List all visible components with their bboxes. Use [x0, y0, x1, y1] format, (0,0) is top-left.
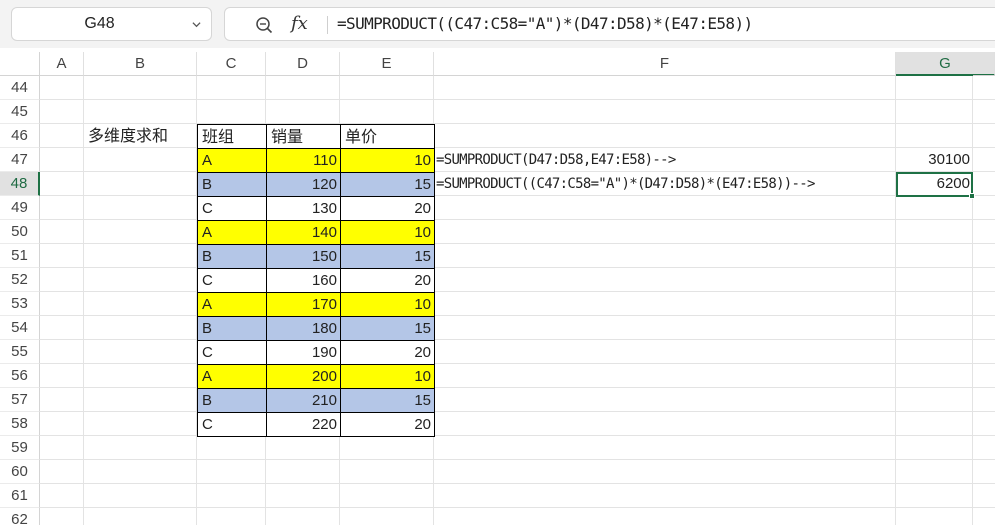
column-header-b[interactable]: B: [84, 52, 197, 76]
row-header-53[interactable]: 53: [0, 292, 40, 316]
column-header-a[interactable]: A: [40, 52, 84, 76]
table-cell-sales[interactable]: 160: [266, 268, 341, 293]
gridline-row: [40, 507, 995, 508]
table-cell-group[interactable]: A: [197, 220, 267, 245]
row-header-55[interactable]: 55: [0, 340, 40, 364]
formula-toolbar: G48 fx =SUMPRODUCT((C47:C58="A")*(D47:D5…: [0, 0, 995, 48]
table-cell-price[interactable]: 15: [340, 388, 435, 413]
column-header-c[interactable]: C: [197, 52, 266, 76]
table-cell-sales[interactable]: 220: [266, 412, 341, 437]
fill-handle[interactable]: [969, 193, 975, 199]
table-cell-sales[interactable]: 180: [266, 316, 341, 341]
formula-note-2[interactable]: =SUMPRODUCT((C47:C58="A")*(D47:D58)*(E47…: [434, 172, 815, 196]
gridline-row: [40, 315, 995, 316]
formula-input[interactable]: =SUMPRODUCT((C47:C58="A")*(D47:D58)*(E47…: [337, 8, 753, 40]
gridline-row: [40, 387, 995, 388]
table-cell-price[interactable]: 15: [340, 172, 435, 197]
gridline-row: [40, 99, 995, 100]
table-cell-sales[interactable]: 120: [266, 172, 341, 197]
row-header-62[interactable]: 62: [0, 508, 40, 525]
row-header-47[interactable]: 47: [0, 148, 40, 172]
table-cell-group[interactable]: B: [197, 388, 267, 413]
formula-bar[interactable]: fx =SUMPRODUCT((C47:C58="A")*(D47:D58)*(…: [224, 7, 995, 41]
table-cell-price[interactable]: 10: [340, 220, 435, 245]
table-cell-group[interactable]: B: [197, 244, 267, 269]
row-header-52[interactable]: 52: [0, 268, 40, 292]
table-cell-group[interactable]: C: [197, 196, 267, 221]
row-header-44[interactable]: 44: [0, 76, 40, 100]
table-cell-price[interactable]: 20: [340, 340, 435, 365]
row-header-46[interactable]: 46: [0, 124, 40, 148]
table-cell-price[interactable]: 20: [340, 196, 435, 221]
table-cell-price[interactable]: 20: [340, 412, 435, 437]
insert-function-icon[interactable]: fx: [291, 13, 308, 34]
table-cell-sales[interactable]: 210: [266, 388, 341, 413]
table-header-cell[interactable]: 单价: [340, 124, 435, 149]
gridline-row: [40, 339, 995, 340]
table-cell-price[interactable]: 20: [340, 268, 435, 293]
row-header-56[interactable]: 56: [0, 364, 40, 388]
table-header-cell[interactable]: 销量: [266, 124, 341, 149]
column-header-e[interactable]: E: [340, 52, 434, 76]
row-header-59[interactable]: 59: [0, 436, 40, 460]
gridline-row: [40, 459, 995, 460]
table-cell-group[interactable]: A: [197, 292, 267, 317]
table-cell-sales[interactable]: 150: [266, 244, 341, 269]
table-cell-group[interactable]: C: [197, 412, 267, 437]
table-cell-sales[interactable]: 200: [266, 364, 341, 389]
table-cell-price[interactable]: 10: [340, 292, 435, 317]
row-header-60[interactable]: 60: [0, 460, 40, 484]
zoom-search-icon[interactable]: [255, 16, 273, 34]
gridline-row: [40, 363, 995, 364]
row-header-48[interactable]: 48: [0, 172, 40, 196]
gridline-row: [40, 435, 995, 436]
table-cell-sales[interactable]: 110: [266, 148, 341, 173]
row-header-58[interactable]: 58: [0, 412, 40, 436]
formula-note-1[interactable]: =SUMPRODUCT(D47:D58,E47:E58)-->: [434, 148, 676, 172]
table-cell-group[interactable]: A: [197, 148, 267, 173]
gridline-row: [40, 267, 995, 268]
column-header-d[interactable]: D: [266, 52, 340, 76]
table-cell-group[interactable]: B: [197, 316, 267, 341]
table-cell-group[interactable]: A: [197, 364, 267, 389]
gridline-col: [895, 76, 896, 525]
table-cell-sales[interactable]: 140: [266, 220, 341, 245]
name-box-value: G48: [84, 15, 115, 32]
gridline-row: [40, 219, 995, 220]
row-header-57[interactable]: 57: [0, 388, 40, 412]
result-cell-g47[interactable]: 30100: [896, 148, 973, 172]
table-cell-group[interactable]: B: [197, 172, 267, 197]
row-header-50[interactable]: 50: [0, 220, 40, 244]
column-header-filler: [973, 52, 995, 76]
name-box[interactable]: G48: [11, 7, 212, 41]
gridline-row: [40, 411, 995, 412]
table-cell-price[interactable]: 10: [340, 364, 435, 389]
gridline-row: [40, 291, 995, 292]
table-cell-price[interactable]: 15: [340, 316, 435, 341]
title-cell[interactable]: 多维度求和: [84, 124, 197, 148]
table-cell-price[interactable]: 10: [340, 148, 435, 173]
table-cell-sales[interactable]: 190: [266, 340, 341, 365]
gridline-row: [40, 483, 995, 484]
row-header-61[interactable]: 61: [0, 484, 40, 508]
row-header-51[interactable]: 51: [0, 244, 40, 268]
active-cell-selection[interactable]: [896, 172, 973, 197]
column-header-f[interactable]: F: [434, 52, 896, 76]
table-cell-group[interactable]: C: [197, 340, 267, 365]
table-cell-price[interactable]: 15: [340, 244, 435, 269]
chevron-down-icon[interactable]: [192, 20, 201, 29]
table-cell-sales[interactable]: 170: [266, 292, 341, 317]
table-header-cell[interactable]: 班组: [197, 124, 267, 149]
gridline-col: [972, 76, 973, 525]
select-all-corner[interactable]: [0, 52, 40, 76]
formula-bar-divider: [327, 16, 328, 34]
row-header-54[interactable]: 54: [0, 316, 40, 340]
row-header-45[interactable]: 45: [0, 100, 40, 124]
gridline-row: [40, 243, 995, 244]
table-cell-group[interactable]: C: [197, 268, 267, 293]
row-header-49[interactable]: 49: [0, 196, 40, 220]
table-cell-sales[interactable]: 130: [266, 196, 341, 221]
